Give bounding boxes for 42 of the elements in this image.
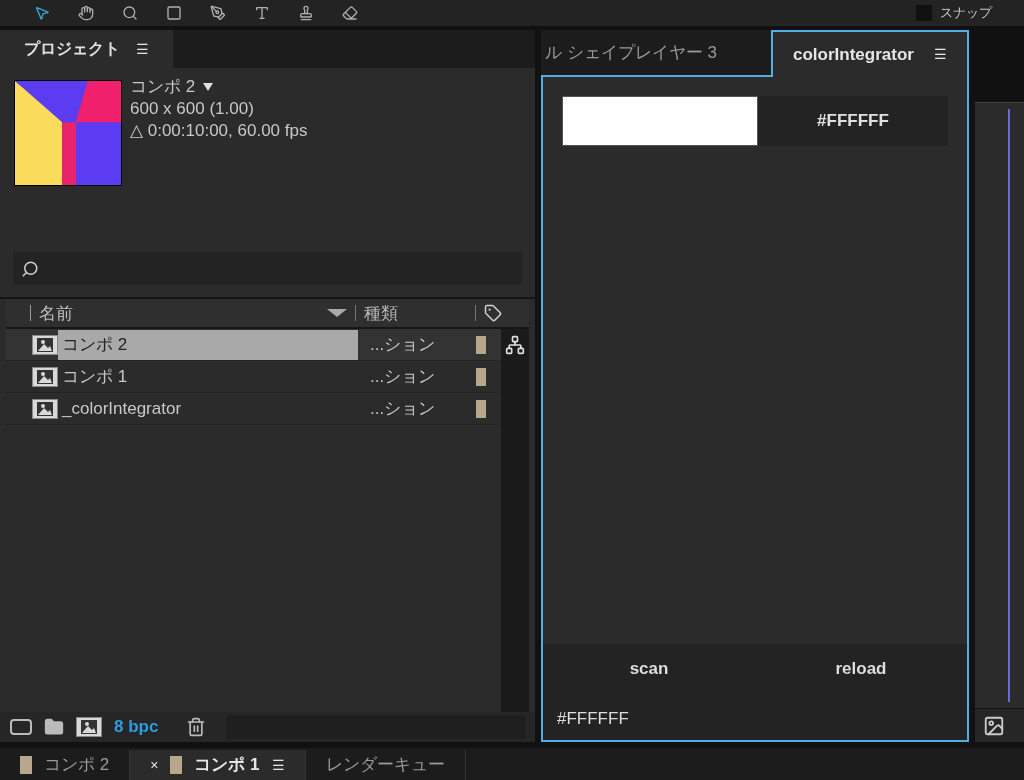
film-image-icon <box>32 398 58 419</box>
color-swatch[interactable] <box>562 96 758 146</box>
rectangle-icon[interactable] <box>164 3 184 23</box>
film-image-icon <box>32 334 58 355</box>
new-composition-icon <box>76 717 102 737</box>
comp-dimensions: 600 x 600 (1.00) <box>130 98 255 120</box>
panel-tab[interactable]: ル シェイプレイヤー 3 <box>541 30 771 77</box>
dropdown-triangle-icon[interactable] <box>203 83 214 91</box>
close-icon[interactable]: × <box>150 754 159 776</box>
item-type: ...ション <box>369 333 437 356</box>
project-tab[interactable]: プロジェクト ☰ <box>0 30 173 68</box>
item-type: ...ション <box>369 365 437 388</box>
hex-value: #FFFFFF <box>816 110 890 133</box>
search-icon <box>21 259 39 278</box>
folder-icon[interactable] <box>44 717 64 737</box>
item-name: _colorIntegrator <box>60 397 183 420</box>
pen-icon[interactable] <box>208 3 228 23</box>
image-icon[interactable] <box>983 714 1005 737</box>
status-text: #FFFFFF <box>556 708 630 730</box>
search-field[interactable] <box>13 252 522 285</box>
snap-label: スナップ <box>940 4 992 23</box>
item-name: コンポ 2 <box>58 329 358 360</box>
panel-tab[interactable]: colorIntegrator ☰ <box>771 30 969 77</box>
bottom-tab[interactable]: × コンポ 1 ☰ <box>130 750 306 780</box>
interpret-footage-icon[interactable] <box>10 719 32 735</box>
scan-button[interactable]: scan <box>543 649 755 689</box>
bottom-tab[interactable]: レンダーキュー <box>305 750 466 780</box>
item-name: コンポ 1 <box>61 365 129 388</box>
item-type: ...ション <box>369 397 437 420</box>
flowchart-icon[interactable] <box>505 335 525 355</box>
comp-name-dropdown[interactable]: コンポ 2 <box>130 76 196 98</box>
trash-icon[interactable] <box>186 717 207 737</box>
bit-depth-button[interactable]: 8 bpc <box>114 714 159 740</box>
tag-icon <box>484 304 502 322</box>
film-image-icon <box>32 366 58 387</box>
hand-icon[interactable] <box>76 3 96 23</box>
eraser-icon[interactable] <box>340 3 360 23</box>
project-item[interactable]: コンポ 2 ...ション <box>6 329 501 361</box>
comp-duration: △ 0:00:10:00, 60.00 fps <box>130 120 308 142</box>
name-column-header[interactable]: 名前 <box>31 305 356 321</box>
type-column-header[interactable]: 種類 <box>356 305 476 321</box>
reload-button[interactable]: reload <box>755 649 967 689</box>
